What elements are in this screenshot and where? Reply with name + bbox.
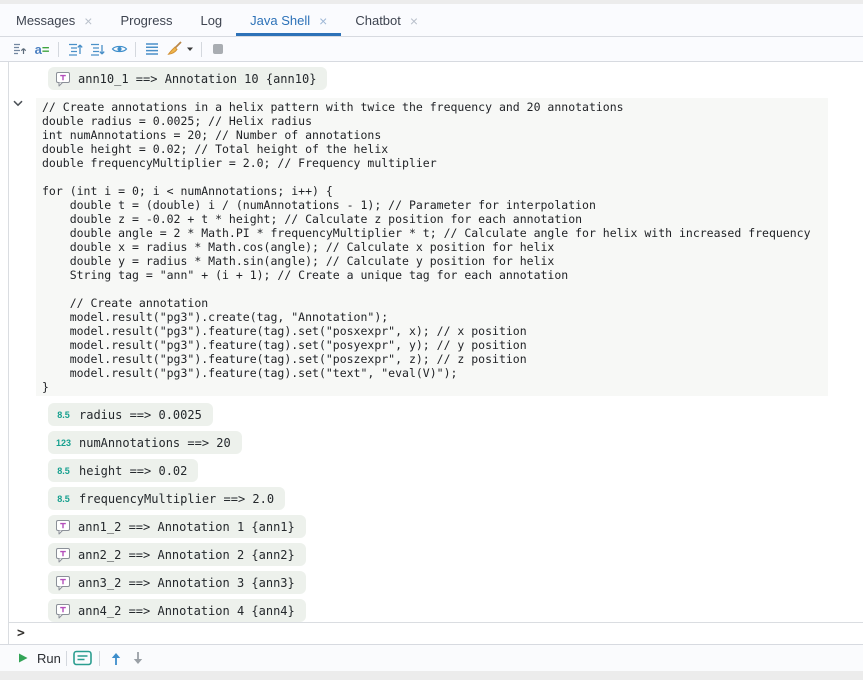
result-chip: ann1_2 ==> Annotation 1 {ann1} bbox=[48, 515, 306, 538]
list-scroll-down-icon[interactable] bbox=[86, 39, 108, 60]
shell-prompt: > bbox=[17, 626, 25, 641]
result-text: numAnnotations ==> 20 bbox=[79, 436, 231, 450]
runbar-separator bbox=[66, 651, 67, 666]
tab-label: Chatbot bbox=[355, 13, 401, 28]
double-type-icon: 8.5 bbox=[55, 410, 72, 420]
toolbar-separator bbox=[135, 42, 136, 57]
toolbar-separator bbox=[201, 42, 202, 57]
shell-input-line[interactable]: > bbox=[8, 622, 863, 644]
tab-label: Log bbox=[200, 13, 222, 28]
clear-broom-icon[interactable] bbox=[163, 39, 196, 60]
result-row: 8.5 radius ==> 0.0025 bbox=[48, 403, 863, 426]
result-chip: 8.5 height ==> 0.02 bbox=[48, 459, 198, 482]
result-text: height ==> 0.02 bbox=[79, 464, 187, 478]
result-chip: ann2_2 ==> Annotation 2 {ann2} bbox=[48, 543, 306, 566]
tab-chatbot[interactable]: Chatbot × bbox=[341, 4, 432, 36]
result-text: ann10_1 ==> Annotation 10 {ann10} bbox=[78, 72, 316, 86]
result-chip: 8.5 radius ==> 0.0025 bbox=[48, 403, 213, 426]
annotation-icon bbox=[55, 547, 71, 563]
tab-log[interactable]: Log bbox=[186, 4, 236, 36]
close-icon[interactable]: × bbox=[84, 14, 92, 28]
java-shell-console[interactable]: ann10_1 ==> Annotation 10 {ann10} // Cre… bbox=[0, 62, 863, 644]
result-row: 8.5 frequencyMultiplier ==> 2.0 bbox=[48, 487, 863, 510]
history-next-icon[interactable] bbox=[127, 648, 149, 669]
int-type-icon: 123 bbox=[55, 438, 72, 448]
tab-label: Java Shell bbox=[250, 13, 310, 28]
tab-bar: Messages × Progress Log Java Shell × Cha… bbox=[0, 4, 863, 37]
java-shell-panel: Messages × Progress Log Java Shell × Cha… bbox=[0, 0, 863, 680]
result-row: ann4_2 ==> Annotation 4 {ann4} bbox=[48, 599, 863, 622]
results-list: 8.5 radius ==> 0.0025 123 numAnnotations… bbox=[0, 403, 863, 622]
result-text: ann2_2 ==> Annotation 2 {ann2} bbox=[78, 548, 295, 562]
annotation-icon bbox=[55, 575, 71, 591]
sort-lines-icon[interactable] bbox=[9, 39, 31, 60]
tab-progress[interactable]: Progress bbox=[106, 4, 186, 36]
result-chip: ann4_2 ==> Annotation 4 {ann4} bbox=[48, 599, 306, 622]
result-row: ann1_2 ==> Annotation 1 {ann1} bbox=[48, 515, 863, 538]
result-row: 8.5 height ==> 0.02 bbox=[48, 459, 863, 482]
runbar-separator bbox=[99, 651, 100, 666]
result-chip: 123 numAnnotations ==> 20 bbox=[48, 431, 242, 454]
result-text: radius ==> 0.0025 bbox=[79, 408, 202, 422]
result-row: ann3_2 ==> Annotation 3 {ann3} bbox=[48, 571, 863, 594]
annotation-icon bbox=[55, 519, 71, 535]
result-chip: ann3_2 ==> Annotation 3 {ann3} bbox=[48, 571, 306, 594]
double-type-icon: 8.5 bbox=[55, 466, 72, 476]
double-type-icon: 8.5 bbox=[55, 494, 72, 504]
annotation-icon bbox=[55, 71, 71, 87]
run-button[interactable]: Run bbox=[17, 648, 61, 669]
fold-chevron-icon[interactable] bbox=[13, 100, 23, 107]
code-block[interactable]: // Create annotations in a helix pattern… bbox=[36, 98, 828, 396]
annotation-icon bbox=[55, 603, 71, 619]
toolbar-separator bbox=[58, 42, 59, 57]
run-button-label: Run bbox=[37, 651, 61, 666]
result-chip: ann10_1 ==> Annotation 10 {ann10} bbox=[48, 67, 327, 90]
console-output-icon[interactable] bbox=[72, 648, 94, 669]
run-bar: Run bbox=[0, 644, 863, 671]
tab-java-shell[interactable]: Java Shell × bbox=[236, 4, 341, 36]
result-text: ann3_2 ==> Annotation 3 {ann3} bbox=[78, 576, 295, 590]
close-icon[interactable]: × bbox=[319, 14, 327, 28]
tab-messages[interactable]: Messages × bbox=[2, 4, 106, 36]
stop-icon[interactable] bbox=[207, 39, 229, 60]
result-text: ann4_2 ==> Annotation 4 {ann4} bbox=[78, 604, 295, 618]
tab-label: Messages bbox=[16, 13, 75, 28]
result-row: ann10_1 ==> Annotation 10 {ann10} bbox=[48, 67, 863, 90]
result-row: 123 numAnnotations ==> 20 bbox=[48, 431, 863, 454]
history-previous-icon[interactable] bbox=[105, 648, 127, 669]
list-scroll-up-icon[interactable] bbox=[64, 39, 86, 60]
close-icon[interactable]: × bbox=[410, 14, 418, 28]
code-block-wrap: // Create annotations in a helix pattern… bbox=[0, 98, 863, 396]
window-bottom-strip bbox=[0, 671, 863, 680]
play-icon bbox=[17, 652, 29, 664]
show-values-icon[interactable]: a= bbox=[31, 39, 53, 60]
result-chip: 8.5 frequencyMultiplier ==> 2.0 bbox=[48, 487, 285, 510]
result-text: frequencyMultiplier ==> 2.0 bbox=[79, 492, 274, 506]
history-list-icon[interactable] bbox=[141, 39, 163, 60]
result-row: ann2_2 ==> Annotation 2 {ann2} bbox=[48, 543, 863, 566]
console-toolbar: a= bbox=[0, 37, 863, 62]
dropdown-caret-icon bbox=[186, 45, 194, 53]
eye-icon[interactable] bbox=[108, 39, 130, 60]
result-text: ann1_2 ==> Annotation 1 {ann1} bbox=[78, 520, 295, 534]
tab-label: Progress bbox=[120, 13, 172, 28]
